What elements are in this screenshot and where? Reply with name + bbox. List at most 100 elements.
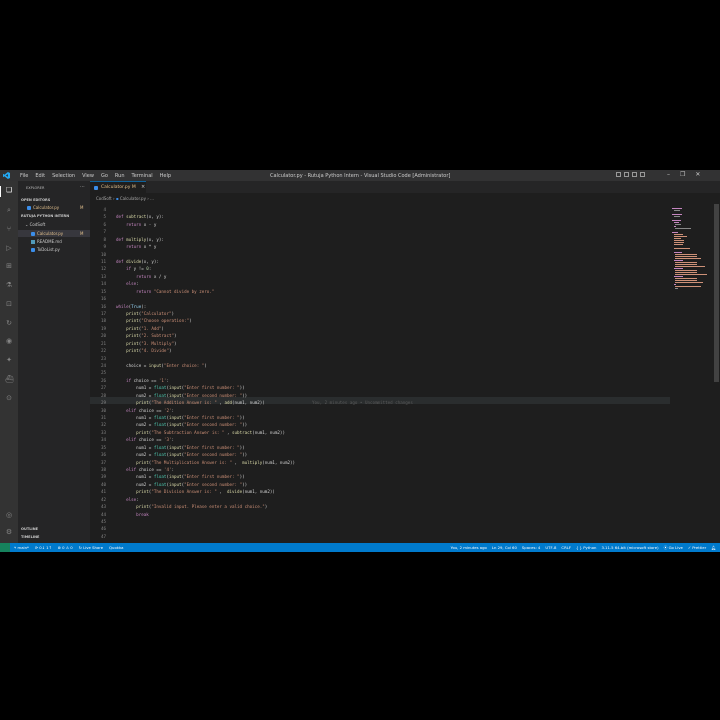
minimap-line bbox=[673, 260, 684, 261]
search-icon[interactable]: ⌕ bbox=[5, 206, 13, 214]
customize-layout-icon[interactable] bbox=[640, 172, 645, 177]
menu-go[interactable]: Go bbox=[101, 173, 108, 179]
line-number: 25 bbox=[100, 370, 106, 376]
python-file-icon bbox=[31, 248, 35, 252]
live-share-icon[interactable]: ↻ bbox=[5, 319, 13, 327]
line-number: 46 bbox=[100, 526, 106, 532]
menu-view[interactable]: View bbox=[82, 173, 94, 179]
sync-status[interactable]: ⟳ 0↓ 1↑ bbox=[35, 545, 52, 550]
line-ending[interactable]: CRLF bbox=[561, 545, 571, 550]
explorer-icon[interactable]: ❏ bbox=[5, 186, 13, 194]
minimap[interactable] bbox=[670, 204, 714, 542]
code-line: else: bbox=[126, 496, 139, 502]
timeline-icon[interactable]: ⊙ bbox=[5, 394, 13, 402]
close-window-icon[interactable]: ✕ bbox=[695, 171, 700, 178]
remote-indicator[interactable] bbox=[0, 543, 10, 552]
remote-explorer-icon[interactable]: ⊡ bbox=[5, 300, 13, 308]
minimap-line bbox=[673, 236, 687, 237]
menu-run[interactable]: Run bbox=[115, 173, 125, 179]
problems-status[interactable]: ⊗ 0 ⚠ 0 bbox=[58, 545, 73, 550]
timeline-section[interactable]: TIMELINE bbox=[21, 535, 39, 539]
explorer-sidebar: EXPLORER ··· OPEN EDITORS Calculator.py … bbox=[18, 181, 90, 543]
toggle-secondary-sidebar-icon[interactable] bbox=[632, 172, 637, 177]
line-number: 36 bbox=[100, 452, 106, 458]
docker-icon[interactable]: ⛴ bbox=[5, 375, 14, 383]
minimap-line bbox=[673, 244, 683, 245]
minimap-line bbox=[673, 216, 680, 217]
code-line: print("The Addition Answer is: " , add(n… bbox=[136, 400, 265, 406]
menu-terminal[interactable]: Terminal bbox=[132, 173, 153, 179]
extensions-icon[interactable]: ⊞ bbox=[5, 262, 13, 270]
breadcrumb-file[interactable]: Calculator.py bbox=[120, 196, 146, 201]
code-line: num1 = float(input("Enter first number: … bbox=[116, 474, 245, 480]
open-editors-section[interactable]: OPEN EDITORS bbox=[21, 198, 50, 202]
github-icon[interactable]: ◉ bbox=[5, 337, 13, 345]
python-icon[interactable]: ✦ bbox=[5, 356, 13, 364]
tab-calculator[interactable]: Calculator.py M × bbox=[90, 181, 146, 193]
minimap-line bbox=[673, 238, 682, 239]
editor-scrollbar[interactable] bbox=[714, 204, 719, 382]
branch-status[interactable]: ⑂ main* bbox=[14, 545, 29, 550]
line-number: 40 bbox=[100, 481, 106, 487]
open-editor-item[interactable]: Calculator.py bbox=[27, 205, 59, 210]
cursor-position[interactable]: Ln 29, Col 60 bbox=[492, 545, 517, 550]
testing-icon[interactable]: ⚗ bbox=[5, 281, 13, 289]
code-line: num2 = float(input("Enter second number:… bbox=[116, 422, 248, 428]
code-line: return x * y bbox=[126, 244, 157, 250]
line-number: 44 bbox=[100, 511, 106, 517]
minimap-line bbox=[675, 286, 702, 287]
menu-file[interactable]: File bbox=[20, 173, 28, 179]
minimize-icon[interactable]: – bbox=[667, 171, 670, 178]
folder-codsoft[interactable]: ⌄ CodSoft bbox=[25, 222, 45, 227]
live-share-status[interactable]: ↻ Live Share bbox=[79, 545, 103, 550]
toggle-sidebar-icon[interactable] bbox=[616, 172, 621, 177]
minimap-line bbox=[673, 248, 690, 249]
breadcrumb-folder[interactable]: CodSoft bbox=[96, 196, 112, 201]
line-number: 33 bbox=[100, 429, 106, 435]
line-number: 26 bbox=[100, 377, 106, 383]
accounts-icon[interactable]: ◎ bbox=[5, 511, 13, 519]
python-file-icon bbox=[94, 186, 98, 190]
restore-icon[interactable]: ❐ bbox=[680, 171, 685, 178]
toggle-panel-icon[interactable] bbox=[624, 172, 629, 177]
prettier-status[interactable]: ✓ Prettier bbox=[688, 545, 706, 550]
indentation[interactable]: Spaces: 4 bbox=[522, 545, 540, 550]
minimap-line bbox=[672, 208, 682, 209]
encoding[interactable]: UTF-8 bbox=[545, 545, 556, 550]
workspace-section[interactable]: RUTUJA PYTHON INTERN bbox=[21, 214, 69, 218]
minimap-line bbox=[675, 278, 697, 279]
menu-edit[interactable]: Edit bbox=[35, 173, 45, 179]
close-tab-icon[interactable]: × bbox=[141, 184, 145, 190]
go-live-button[interactable]: ⦿ Go Live bbox=[664, 545, 683, 551]
code-editor[interactable]: 4 5 def subtract(x, y): 6 return x - y 7 8 def… bbox=[90, 204, 670, 542]
git-blame-status[interactable]: You, 2 minutes ago bbox=[451, 545, 487, 550]
python-interpreter[interactable]: 3.11.5 64-bit (microsoft store) bbox=[601, 545, 658, 550]
source-control-icon[interactable]: ⑂ bbox=[5, 225, 13, 233]
menu-help[interactable]: Help bbox=[160, 173, 171, 179]
more-actions-icon[interactable]: ··· bbox=[80, 184, 85, 190]
notifications-icon[interactable]: 🔔︎ bbox=[711, 545, 716, 550]
file-item-calculator[interactable]: Calculator.py bbox=[31, 231, 63, 236]
code-line: num2 = float(input("Enter second number:… bbox=[116, 481, 248, 487]
outline-section[interactable]: OUTLINE bbox=[21, 527, 38, 531]
code-line: if y != 0: bbox=[126, 266, 152, 272]
code-line: print("The Multiplication Answer is: " ,… bbox=[136, 459, 296, 465]
menu-selection[interactable]: Selection bbox=[52, 173, 75, 179]
run-debug-icon[interactable]: ▷ bbox=[5, 244, 13, 252]
minimap-line bbox=[675, 264, 698, 265]
minimap-line bbox=[675, 274, 707, 275]
active-indicator bbox=[0, 186, 1, 197]
modified-badge: M bbox=[80, 205, 84, 210]
breadcrumb-symbol[interactable]: ... bbox=[150, 196, 154, 201]
file-item-todolist[interactable]: ToDoList.py bbox=[31, 247, 60, 252]
quokka-status[interactable]: Quokka bbox=[109, 545, 123, 550]
file-item-readme[interactable]: README.md bbox=[31, 239, 62, 244]
settings-gear-icon[interactable]: ⚙ bbox=[5, 528, 13, 536]
line-number: 21 bbox=[100, 340, 106, 346]
line-number: 42 bbox=[100, 496, 106, 502]
window-title: Calculator.py - Rutuja Python Intern - V… bbox=[270, 173, 451, 179]
minimap-line bbox=[672, 220, 681, 221]
menu-bar: File Edit Selection View Go Run Terminal… bbox=[20, 173, 171, 179]
code-line: num2 = float(input("Enter second number:… bbox=[116, 392, 248, 398]
language-mode[interactable]: { } Python bbox=[576, 545, 596, 550]
